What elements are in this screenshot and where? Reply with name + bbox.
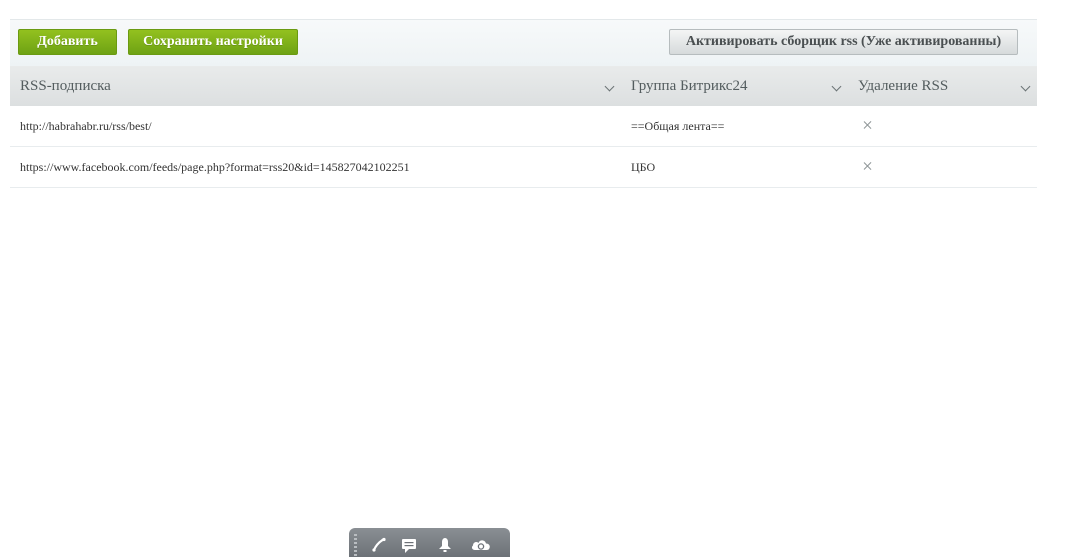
drag-handle[interactable] — [354, 534, 357, 556]
messenger-bar — [349, 528, 510, 557]
close-icon[interactable] — [861, 160, 875, 174]
column-header-rss-subscription[interactable]: RSS-подписка — [20, 66, 616, 106]
group-cell: ==Общая лента== — [631, 119, 725, 133]
bell-icon[interactable] — [436, 536, 454, 554]
rss-url-cell: https://www.facebook.com/feeds/page.php?… — [20, 160, 410, 174]
cloud-icon[interactable] — [470, 536, 492, 554]
column-header-label: Группа Битрикс24 — [631, 78, 748, 94]
add-button[interactable]: Добавить — [18, 29, 117, 55]
column-header-label: Удаление RSS — [858, 78, 949, 94]
column-header-bitrix24-group[interactable]: Группа Битрикс24 — [631, 66, 843, 106]
chevron-down-icon[interactable] — [1020, 81, 1031, 92]
rss-url-cell: http://habrahabr.ru/rss/best/ — [20, 119, 152, 133]
column-header-rss-delete[interactable]: Удаление RSS — [858, 66, 1031, 106]
group-cell: ЦБО — [631, 160, 656, 174]
activate-rss-collector-button[interactable]: Активировать сборщик rss (Уже активирова… — [669, 29, 1018, 55]
phone-icon[interactable] — [370, 536, 388, 554]
table-header: RSS-подписка Группа Битрикс24 Удаление R… — [10, 66, 1037, 106]
toolbar: Добавить Сохранить настройки Активироват… — [10, 19, 1037, 66]
column-header-label: RSS-подписка — [20, 78, 111, 94]
close-icon[interactable] — [861, 119, 875, 133]
chat-icon[interactable] — [400, 536, 418, 554]
table-row: http://habrahabr.ru/rss/best/ ==Общая ле… — [10, 106, 1037, 147]
table-row: https://www.facebook.com/feeds/page.php?… — [10, 147, 1037, 188]
save-settings-button[interactable]: Сохранить настройки — [128, 29, 298, 55]
chevron-down-icon[interactable] — [604, 81, 615, 92]
page: Добавить Сохранить настройки Активироват… — [0, 0, 1068, 557]
chevron-down-icon[interactable] — [831, 81, 842, 92]
